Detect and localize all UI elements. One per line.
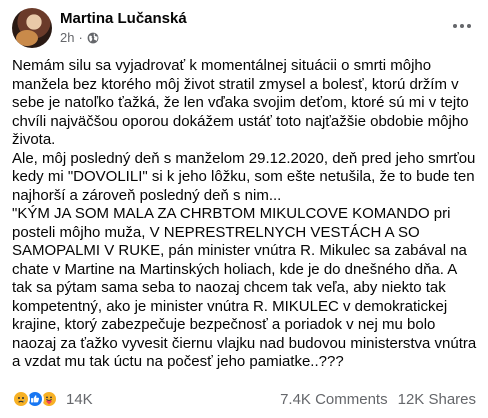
post-text-line: najhorší a zároveň posledný deň s nim... bbox=[12, 186, 282, 204]
post-stats: 7.4K Comments 12K Shares bbox=[280, 391, 476, 408]
reaction-count[interactable]: 14K bbox=[66, 391, 93, 408]
post-text-line: SAMOPALMI V RUKE, pán minister vnútra R.… bbox=[12, 242, 467, 259]
post-text-line: chvíli najväčšou oporou dokážem ustáť to… bbox=[12, 112, 469, 130]
post-text-line: naozaj za ťažko vyvesit čiernu vlajku na… bbox=[12, 334, 477, 352]
more-dot bbox=[460, 24, 464, 28]
post-header: Martina Lučanská 2h · bbox=[12, 8, 476, 50]
post-text-line: Ale, môj posledný deň s manželom 29.12.2… bbox=[12, 149, 476, 167]
post-footer: 14K 7.4K Comments 12K Shares bbox=[12, 388, 476, 410]
meta-separator: · bbox=[78, 30, 83, 45]
more-dot bbox=[467, 24, 471, 28]
post-text-line: krajine, ktorý zabezpečuje bezpečnosť a … bbox=[12, 316, 436, 333]
post-text-line: života. bbox=[12, 131, 56, 148]
post-text-line: a vzdat mu tak úctu na počesť jeho pamia… bbox=[12, 353, 344, 370]
post-text-line: sebe je natoľko ťažká, že len vďaka svoj… bbox=[12, 94, 469, 111]
post-text-line: tak sa pýtam sama seba to naozaj chcem t… bbox=[12, 279, 446, 296]
globe-icon[interactable] bbox=[87, 32, 99, 44]
avatar-pet bbox=[16, 30, 38, 46]
post-text-line: "KÝM JA SOM MALA ZA CHRBTOM MIKULCOVE KO… bbox=[12, 205, 451, 222]
post-text-line: manžela bez ktorého môj život stratil zm… bbox=[12, 75, 459, 93]
author-avatar[interactable] bbox=[12, 8, 52, 48]
post-text: Nemám silu sa vyjadrovať k momentálnej s… bbox=[12, 57, 482, 372]
shares-count[interactable]: 12K Shares bbox=[398, 391, 476, 408]
post-text-line: posteli môjho muža, V NEPRESTRELNYCH VES… bbox=[12, 223, 420, 241]
post-text-line: kompetentný, ako je minister vnútra R. M… bbox=[12, 297, 448, 315]
post-text-line: Nemám silu sa vyjadrovať k momentálnej s… bbox=[12, 57, 432, 74]
post-timestamp[interactable]: 2h bbox=[60, 30, 74, 45]
facebook-post: Martina Lučanská 2h · Nemám silu sa vyja… bbox=[0, 0, 488, 418]
post-text-line: kedy mi "DOVOLILI" si k jeho lôžku, som … bbox=[12, 168, 475, 185]
comments-count[interactable]: 7.4K Comments bbox=[280, 391, 388, 408]
post-text-line: chate v Martine na Martinských holiach, … bbox=[12, 260, 458, 278]
post-meta: 2h · bbox=[60, 30, 99, 45]
author-name[interactable]: Martina Lučanská bbox=[60, 10, 187, 27]
more-horizontal-icon bbox=[453, 24, 457, 28]
more-options-button[interactable] bbox=[448, 14, 476, 38]
reactions-summary[interactable]: 14K bbox=[12, 390, 93, 408]
sad-reaction-icon bbox=[12, 390, 30, 408]
